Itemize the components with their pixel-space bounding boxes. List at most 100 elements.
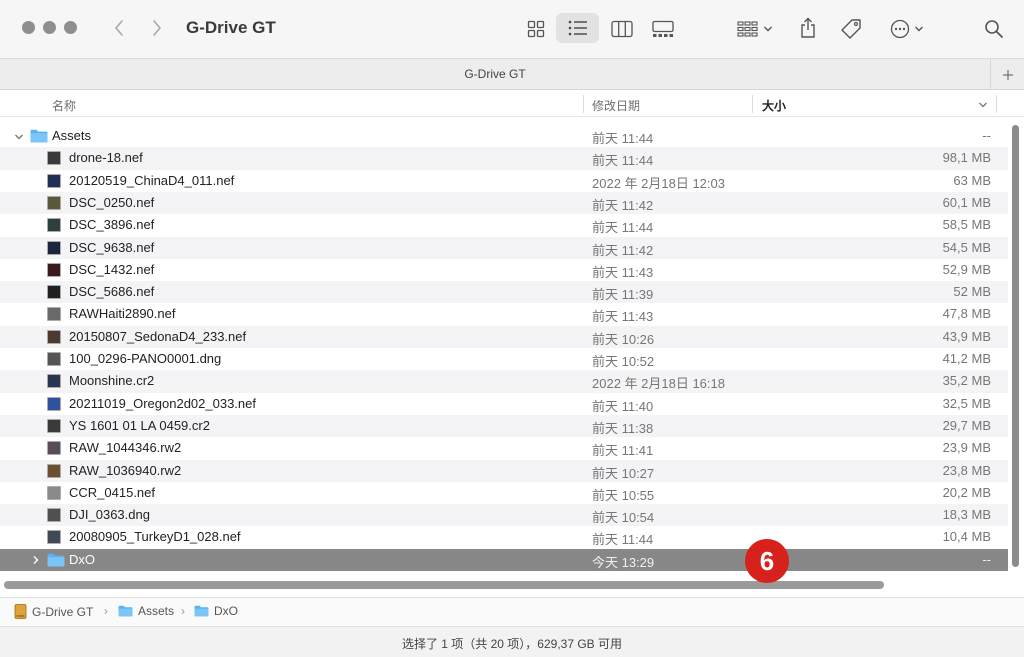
file-row[interactable]: DSC_5686.nef 前天 11:39 52 MB — [0, 281, 1008, 304]
file-name: Moonshine.cr2 — [69, 373, 155, 389]
file-row[interactable]: DSC_3896.nef 前天 11:44 58,5 MB — [0, 214, 1008, 236]
tab-bar: G-Drive GT — [0, 58, 1024, 90]
finder-window: G-Drive GT G-Drive GT 名称 修改日期 大小 Assets … — [0, 0, 1024, 657]
file-name: 20120519_ChinaD4_011.nef — [69, 172, 235, 188]
file-name: RAWHaiti2890.nef — [69, 306, 176, 322]
file-name: DJI_0363.dng — [69, 507, 150, 523]
path-item-assets[interactable]: Assets — [118, 604, 174, 618]
icon-view-button[interactable] — [518, 14, 554, 43]
column-divider[interactable] — [583, 95, 584, 113]
file-name: 20211019_Oregon2d02_033.nef — [69, 395, 256, 411]
more-actions-button[interactable] — [884, 14, 930, 43]
file-row[interactable]: 20080905_TurkeyD1_028.nef 前天 11:44 10,4 MB — [0, 526, 1008, 548]
file-size: 23,8 MB — [942, 462, 991, 478]
file-row[interactable]: 100_0296-PANO0001.dng 前天 10:52 41,2 MB — [0, 348, 1008, 370]
horizontal-scrollbar[interactable] — [4, 581, 884, 589]
image-thumbnail-icon — [47, 441, 61, 456]
file-size: 18,3 MB — [942, 507, 991, 523]
path-bar: G-Drive GT › Assets › DxO — [0, 597, 1024, 625]
file-row[interactable]: Moonshine.cr2 2022 年 2月18日 16:18 35,2 MB — [0, 370, 1008, 393]
modified-date: 前天 11:44 — [592, 131, 654, 146]
list-view-button[interactable] — [556, 13, 599, 43]
image-thumbnail-icon — [47, 329, 61, 344]
group-grid-icon — [737, 20, 758, 37]
disclosure-expanded-icon[interactable] — [14, 133, 24, 141]
group-by-button[interactable] — [732, 14, 778, 43]
folder-row[interactable]: DxO 今天 13:29 -- — [0, 548, 1008, 571]
modified-date: 前天 11:40 — [592, 398, 654, 414]
file-size: 60,1 MB — [942, 194, 991, 210]
plus-icon — [1002, 69, 1013, 80]
modified-date: 前天 10:54 — [592, 510, 655, 526]
modified-date: 前天 11:39 — [592, 287, 654, 303]
folder-icon — [194, 605, 209, 617]
file-row[interactable]: YS 1601 01 LA 0459.cr2 前天 11:38 29,7 MB — [0, 414, 1008, 438]
modified-date: 2022 年 2月18日 16:18 — [592, 376, 725, 392]
modified-date: 前天 11:41 — [592, 443, 654, 459]
file-name: DSC_5686.nef — [69, 284, 155, 300]
file-row[interactable]: 20211019_Oregon2d02_033.nef 前天 11:40 32,5 … — [0, 393, 1008, 415]
image-thumbnail-icon — [47, 151, 61, 166]
chevron-left-icon — [115, 20, 123, 36]
folder-row[interactable]: Assets 前天 11:44 -- — [0, 125, 1008, 147]
modified-date: 前天 10:26 — [592, 331, 655, 347]
file-size: 52,9 MB — [942, 261, 991, 277]
file-size: 54,5 MB — [942, 239, 991, 255]
tags-button[interactable] — [836, 14, 866, 43]
new-tab-button[interactable] — [990, 59, 1024, 90]
column-header-name[interactable]: 名称 — [52, 97, 76, 114]
modified-date: 前天 11:42 — [592, 197, 654, 213]
file-size: 20,2 MB — [942, 484, 991, 500]
path-item-drive[interactable]: G-Drive GT — [14, 604, 93, 619]
modified-date: 前天 11:44 — [592, 220, 654, 236]
column-header-date[interactable]: 修改日期 — [592, 97, 640, 114]
disclosure-collapsed-icon[interactable] — [32, 555, 40, 565]
file-row[interactable]: DJI_0363.dng 前天 10:54 18,3 MB — [0, 504, 1008, 527]
image-thumbnail-icon — [47, 307, 61, 322]
column-divider[interactable] — [996, 95, 997, 113]
share-button[interactable] — [794, 13, 822, 43]
close-window-button[interactable] — [22, 21, 35, 34]
zoom-window-button[interactable] — [64, 21, 77, 34]
file-row[interactable]: RAWHaiti2890.nef 前天 11:43 47,8 MB — [0, 303, 1008, 325]
file-name: RAW_1044346.rw2 — [69, 440, 182, 456]
image-thumbnail-icon — [47, 240, 61, 255]
step-number-badge: 6 — [745, 539, 789, 583]
search-button[interactable] — [980, 14, 1008, 43]
modified-date: 今天 13:29 — [592, 554, 655, 570]
file-row[interactable]: CCR_0415.nef 前天 10:55 20,2 MB — [0, 482, 1008, 504]
column-view-button[interactable] — [604, 14, 640, 43]
minimize-window-button[interactable] — [43, 21, 56, 34]
file-row[interactable]: DSC_9638.nef 前天 11:42 54,5 MB — [0, 236, 1008, 259]
image-thumbnail-icon — [47, 262, 61, 277]
share-icon — [801, 17, 815, 38]
status-bar: 选择了 1 项（共 20 项），629,37 GB 可用 — [0, 626, 1024, 657]
back-button[interactable] — [108, 16, 130, 40]
tab-g-drive-gt[interactable]: G-Drive GT — [0, 67, 990, 81]
gallery-view-button[interactable] — [645, 14, 681, 43]
path-item-dxo[interactable]: DxO — [194, 604, 238, 618]
file-row[interactable]: 20150807_SedonaD4_233.nef 前天 10:26 43,9 MB — [0, 325, 1008, 348]
file-row[interactable]: DSC_1432.nef 前天 11:43 52,9 MB — [0, 259, 1008, 281]
column-divider[interactable] — [752, 95, 753, 113]
path-item-label: DxO — [214, 604, 238, 618]
file-size: 32,5 MB — [942, 395, 991, 411]
file-row[interactable]: RAW_1036940.rw2 前天 10:27 23,8 MB — [0, 459, 1008, 482]
file-name: 100_0296-PANO0001.dng — [69, 351, 222, 366]
file-size: 35,2 MB — [942, 373, 991, 389]
forward-button[interactable] — [146, 16, 168, 40]
external-drive-icon — [14, 604, 27, 619]
column-header-size[interactable]: 大小 — [762, 97, 786, 114]
file-row[interactable]: drone-18.nef 前天 11:44 98,1 MB — [0, 147, 1008, 170]
file-name: DSC_3896.nef — [69, 217, 155, 233]
vertical-scrollbar[interactable] — [1012, 125, 1019, 567]
file-name: drone-18.nef — [69, 150, 143, 166]
file-row[interactable]: 20120519_ChinaD4_011.nef 2022 年 2月18日 12:… — [0, 170, 1008, 192]
image-thumbnail-icon — [47, 485, 61, 500]
file-name: DSC_9638.nef — [69, 239, 155, 255]
modified-date: 前天 11:43 — [592, 264, 654, 280]
file-row[interactable]: RAW_1044346.rw2 前天 11:41 23,9 MB — [0, 437, 1008, 459]
file-row[interactable]: DSC_0250.nef 前天 11:42 60,1 MB — [0, 191, 1008, 215]
file-size: -- — [982, 128, 991, 143]
chevron-down-icon — [764, 26, 772, 31]
